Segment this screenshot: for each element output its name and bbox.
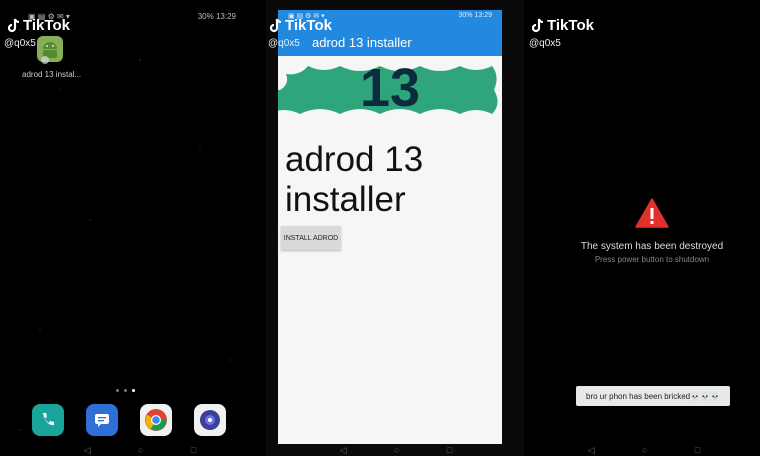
tiktok-logo-icon bbox=[532, 18, 544, 32]
bricked-screen-panel: TikTok @q0x5 The system has been destroy… bbox=[524, 0, 760, 456]
wallpaper bbox=[0, 0, 266, 456]
recents-icon[interactable]: □ bbox=[191, 445, 196, 455]
app-bar-title: adrod 13 installer bbox=[312, 35, 412, 50]
tiktok-brand: TikTok bbox=[23, 17, 70, 34]
tiktok-watermark: TikTok bbox=[532, 17, 594, 34]
battery-text: 30% bbox=[197, 11, 214, 21]
tiktok-handle: @q0x5 bbox=[529, 38, 561, 49]
installer-app-screen: ▣ ▤ ⚙ ✉ ▾ 30% 13:29 adrod 13 installer 1… bbox=[278, 10, 502, 444]
recents-icon[interactable]: □ bbox=[447, 445, 452, 455]
home-screen-panel: ▣ ▤ ⚙ ✉ ▾ 30% 13:29 adrod 13 instal... T… bbox=[0, 0, 266, 456]
dock bbox=[32, 404, 226, 436]
error-subtitle: Press power button to shutdown bbox=[594, 255, 710, 264]
android-app-icon[interactable] bbox=[34, 32, 66, 64]
nav-bar: ◁ ○ □ bbox=[316, 444, 476, 456]
messages-icon[interactable] bbox=[86, 404, 118, 436]
phone-icon[interactable] bbox=[32, 404, 64, 436]
camera-icon[interactable] bbox=[194, 404, 226, 436]
nav-bar: ◁ ○ □ bbox=[564, 444, 724, 456]
warning-icon bbox=[635, 198, 669, 228]
app-heading: adrod 13 installer bbox=[285, 140, 424, 219]
home-icon[interactable]: ○ bbox=[138, 445, 143, 455]
tiktok-handle: @q0x5 bbox=[4, 38, 36, 49]
home-icon[interactable]: ○ bbox=[394, 445, 399, 455]
clock: 13:29 bbox=[215, 11, 236, 21]
home-icon[interactable]: ○ bbox=[642, 445, 647, 455]
back-icon[interactable]: ◁ bbox=[588, 445, 595, 456]
tiktok-brand: TikTok bbox=[285, 17, 332, 34]
tiktok-watermark: TikTok bbox=[8, 17, 70, 34]
tiktok-logo-icon bbox=[8, 18, 20, 32]
installer-app-panel: ▣ ▤ ⚙ ✉ ▾ 30% 13:29 adrod 13 installer 1… bbox=[266, 0, 524, 456]
page-indicator bbox=[116, 389, 135, 392]
nav-bar: ◁ ○ □ bbox=[60, 444, 220, 456]
app-label: adrod 13 instal... bbox=[22, 70, 82, 79]
recents-icon[interactable]: □ bbox=[695, 445, 700, 455]
tiktok-logo-icon bbox=[270, 18, 282, 32]
battery-text: 30% bbox=[458, 12, 473, 19]
tiktok-brand: TikTok bbox=[547, 17, 594, 34]
tiktok-watermark: TikTok bbox=[270, 17, 332, 34]
back-icon[interactable]: ◁ bbox=[84, 445, 91, 456]
badge-number: 13 bbox=[360, 58, 420, 118]
video-caption: bro ur phon has been bricked💀💀💀 bbox=[576, 386, 730, 406]
clock: 13:29 bbox=[474, 12, 492, 19]
tiktok-handle: @q0x5 bbox=[268, 38, 300, 49]
install-button[interactable]: INSTALL ADROD bbox=[281, 226, 341, 250]
android-13-logo: 13 bbox=[278, 58, 498, 118]
chrome-icon[interactable] bbox=[140, 404, 172, 436]
error-title: The system has been destroyed bbox=[580, 241, 724, 252]
back-icon[interactable]: ◁ bbox=[340, 445, 347, 456]
